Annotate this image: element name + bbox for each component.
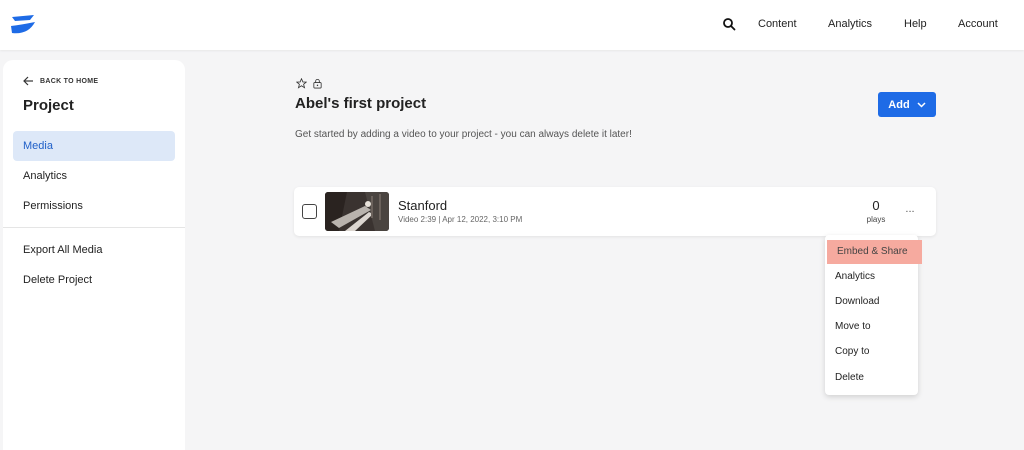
search-icon[interactable] [722,17,736,31]
sidebar-title: Project [23,97,74,114]
media-row[interactable]: Stanford Video 2:39 | Apr 12, 2022, 3:10… [294,187,936,236]
top-navigation-bar: Content Analytics Help Account [0,0,1024,50]
project-title: Abel's first project [295,95,427,112]
sidebar-item-export-all-media[interactable]: Export All Media [13,235,175,265]
plays-label: plays [866,215,886,224]
video-title[interactable]: Stanford [398,198,447,213]
plays-count: 0 [872,198,880,213]
menu-item-copy-to[interactable]: Copy to [825,340,918,364]
back-to-home-link[interactable]: BACK TO HOME [23,76,98,86]
menu-item-analytics[interactable]: Analytics [825,265,918,289]
more-options-button[interactable]: ... [899,203,921,219]
sidebar-item-analytics[interactable]: Analytics [13,161,175,191]
sidebar-item-permissions[interactable]: Permissions [13,191,175,221]
nav-content[interactable]: Content [758,18,797,30]
back-to-home-label: BACK TO HOME [40,77,99,85]
menu-item-delete[interactable]: Delete [825,366,918,390]
nav-analytics[interactable]: Analytics [828,18,872,30]
video-thumbnail[interactable] [325,192,389,231]
project-sidebar: BACK TO HOME Project Media Analytics Per… [3,60,185,450]
sidebar-item-delete-project[interactable]: Delete Project [13,265,175,295]
media-context-menu: Embed & Share Analytics Download Move to… [825,235,922,395]
project-icons [296,78,323,89]
lock-icon[interactable] [312,78,323,89]
star-icon[interactable] [296,78,307,89]
menu-item-move-to[interactable]: Move to [825,315,918,339]
sidebar-divider [3,227,185,228]
arrow-left-icon [23,76,33,86]
nav-account[interactable]: Account [958,18,998,30]
add-button-label: Add [888,98,910,111]
wistia-logo-icon[interactable] [10,14,36,36]
video-meta: Video 2:39 | Apr 12, 2022, 3:10 PM [398,215,523,224]
menu-item-embed-share[interactable]: Embed & Share [827,240,922,264]
media-select-checkbox[interactable] [302,204,317,219]
nav-help[interactable]: Help [904,18,927,30]
add-button[interactable]: Add [878,92,936,117]
chevron-down-icon [917,101,926,108]
sidebar-item-media[interactable]: Media [13,131,175,161]
project-subtitle: Get started by adding a video to your pr… [295,129,632,140]
menu-item-download[interactable]: Download [825,290,918,314]
